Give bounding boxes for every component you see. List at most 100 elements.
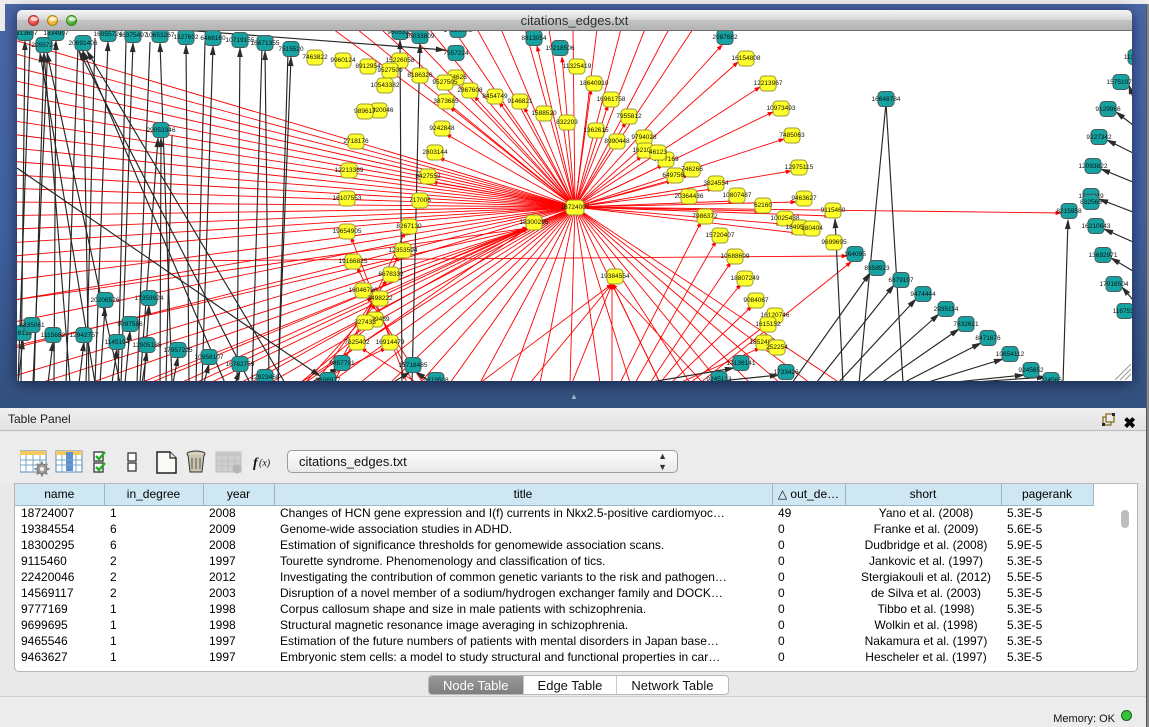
svg-text:16914479: 16914479 <box>376 339 405 346</box>
svg-text:6879197: 6879197 <box>888 277 914 284</box>
svg-text:18807249: 18807249 <box>731 275 760 282</box>
svg-text:10958107: 10958107 <box>195 354 224 361</box>
svg-text:15751074: 15751074 <box>1107 79 1132 86</box>
svg-text:8958923: 8958923 <box>864 265 890 272</box>
svg-text:9084067: 9084067 <box>743 297 769 304</box>
svg-text:20364436: 20364436 <box>675 193 704 200</box>
svg-text:3498222: 3498222 <box>367 295 393 302</box>
svg-text:16671355: 16671355 <box>251 40 280 47</box>
svg-text:8678332: 8678332 <box>378 271 404 278</box>
svg-text:1834907: 1834907 <box>43 31 69 37</box>
svg-text:7485063: 7485063 <box>779 132 805 139</box>
svg-text:180404: 180404 <box>801 225 823 232</box>
svg-text:18724007: 18724007 <box>561 204 590 211</box>
svg-text:9527500: 9527500 <box>377 67 403 74</box>
svg-text:832566: 832566 <box>1080 199 1102 206</box>
svg-text:8813054: 8813054 <box>521 35 547 42</box>
svg-text:3824554: 3824554 <box>703 180 729 187</box>
svg-text:19218506: 19218506 <box>546 45 575 52</box>
svg-text:18640910: 18640910 <box>580 80 609 87</box>
svg-text:12923468: 12923468 <box>251 374 280 381</box>
svg-text:16782759: 16782759 <box>226 361 255 368</box>
svg-text:9245123: 9245123 <box>706 376 732 381</box>
svg-text:11325419: 11325419 <box>563 63 592 70</box>
svg-text:832203: 832203 <box>556 119 578 126</box>
svg-text:9245652: 9245652 <box>1018 367 1044 374</box>
svg-text:9960124: 9960124 <box>330 57 356 64</box>
svg-text:8186326: 8186326 <box>407 72 433 79</box>
svg-text:8835061: 8835061 <box>19 322 45 329</box>
svg-text:12213369: 12213369 <box>335 167 364 174</box>
svg-text:2803144: 2803144 <box>422 149 448 156</box>
svg-text:2055724: 2055724 <box>31 42 57 49</box>
svg-text:2087682: 2087682 <box>712 34 738 41</box>
svg-text:1527602: 1527602 <box>173 34 199 41</box>
svg-text:8215958: 8215958 <box>1056 208 1082 215</box>
svg-text:8471676: 8471676 <box>975 335 1001 342</box>
svg-text:1145194: 1145194 <box>105 339 130 346</box>
svg-text:16107553: 16107553 <box>333 195 362 202</box>
svg-text:1115682: 1115682 <box>41 332 66 339</box>
svg-text:9857791: 9857791 <box>329 360 355 367</box>
svg-text:1117205: 1117205 <box>1124 54 1132 61</box>
svg-text:9242848: 9242848 <box>429 125 455 132</box>
svg-text:9129966: 9129966 <box>1095 106 1121 113</box>
svg-text:18300295: 18300295 <box>520 219 549 226</box>
svg-text:9319508: 9319508 <box>423 377 449 381</box>
svg-text:7515520: 7515520 <box>278 46 304 53</box>
svg-text:164095: 164095 <box>844 251 866 258</box>
svg-text:15718485: 15718485 <box>399 362 428 369</box>
svg-text:16961758: 16961758 <box>597 96 626 103</box>
svg-text:9474444: 9474444 <box>910 291 936 298</box>
svg-text:717006: 717006 <box>409 197 431 204</box>
svg-text:10807487: 10807487 <box>723 192 752 199</box>
svg-text:46123: 46123 <box>649 149 667 156</box>
svg-text:1362615: 1362615 <box>583 127 609 134</box>
svg-text:8990448: 8990448 <box>604 138 630 145</box>
svg-text:15720407: 15720407 <box>706 232 735 239</box>
svg-text:10688609: 10688609 <box>721 253 750 260</box>
svg-text:9115460: 9115460 <box>821 207 846 214</box>
svg-text:12975115: 12975115 <box>785 164 814 171</box>
svg-text:18375497: 18375497 <box>119 32 148 39</box>
svg-text:19166825: 19166825 <box>339 258 368 265</box>
svg-text:17957225: 17957225 <box>164 347 193 354</box>
svg-text:9606977: 9606977 <box>315 377 341 381</box>
svg-text:7625402: 7625402 <box>344 339 370 346</box>
svg-text:10653267: 10653267 <box>146 32 175 39</box>
svg-text:2313607: 2313607 <box>17 31 38 37</box>
svg-text:8427552: 8427552 <box>415 173 441 180</box>
svg-text:20691406: 20691406 <box>69 40 98 47</box>
svg-text:19384554: 19384554 <box>601 273 630 280</box>
svg-text:19654905: 19654905 <box>333 228 362 235</box>
svg-text:10973493: 10973493 <box>767 105 796 112</box>
svg-text:9699695: 9699695 <box>821 239 847 246</box>
svg-text:12942757: 12942757 <box>70 332 99 339</box>
svg-text:9227342: 9227342 <box>1086 134 1112 141</box>
svg-text:2867608: 2867608 <box>457 87 483 94</box>
svg-text:14526392: 14526392 <box>444 31 473 34</box>
svg-text:6466160: 6466160 <box>200 35 226 42</box>
svg-text:327433: 327433 <box>354 319 376 326</box>
svg-text:9146821: 9146821 <box>507 98 533 105</box>
svg-text:12353594: 12353594 <box>389 247 418 254</box>
svg-text:16648784: 16648784 <box>872 96 901 103</box>
svg-text:17359924: 17359924 <box>135 295 164 302</box>
svg-text:989617: 989617 <box>354 108 376 115</box>
svg-text:10654112: 10654112 <box>996 351 1025 358</box>
svg-text:7557224: 7557224 <box>443 50 469 57</box>
svg-text:9527505: 9527505 <box>432 79 458 86</box>
svg-text:924565: 924565 <box>1040 377 1062 381</box>
svg-text:12905185: 12905185 <box>133 342 162 349</box>
svg-text:1733426: 1733426 <box>773 369 799 376</box>
svg-text:29053346: 29053346 <box>147 127 176 134</box>
svg-text:10033809: 10033809 <box>406 33 435 40</box>
svg-text:9794028: 9794028 <box>631 134 657 141</box>
svg-text:8454749: 8454749 <box>482 93 508 100</box>
svg-text:8267130: 8267130 <box>396 223 422 230</box>
svg-text:16210643: 16210643 <box>1082 223 1111 230</box>
svg-text:1615152: 1615152 <box>755 321 781 328</box>
svg-text:62160: 62160 <box>754 202 772 209</box>
svg-text:14136141: 14136141 <box>727 360 756 367</box>
svg-text:10543382: 10543382 <box>371 82 400 89</box>
